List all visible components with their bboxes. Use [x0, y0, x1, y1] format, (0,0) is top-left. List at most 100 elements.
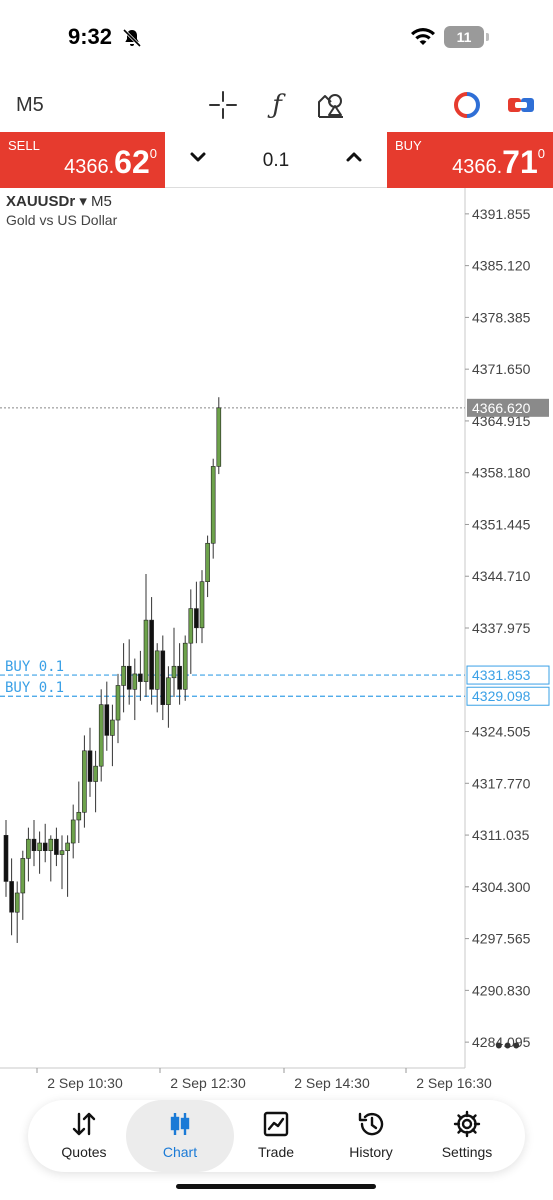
candle-body [48, 838, 54, 852]
nav-chart-label: Chart [162, 1144, 198, 1160]
candle-body [149, 619, 154, 690]
x-tick-label: 2 Sep 16:30 [416, 1075, 492, 1091]
symbol-timeframe: ▾ M5 [79, 193, 112, 210]
symbol-description: Gold vs US Dollar [6, 212, 118, 228]
battery-indicator: 11 [444, 26, 484, 48]
buy-price-main: 71 [502, 144, 538, 180]
candle-body [93, 765, 98, 782]
timeframe-button[interactable]: M5 [16, 94, 44, 117]
sell-price-point: 0 [149, 146, 157, 161]
chevron-up-icon[interactable] [343, 146, 365, 168]
y-tick-label: 4304.300 [472, 879, 531, 895]
x-tick-label: 2 Sep 14:30 [294, 1075, 370, 1091]
candle-body [42, 842, 48, 852]
candle-body [132, 673, 138, 690]
symbol-header[interactable]: XAUUSDr ▾ M5 [6, 192, 112, 210]
home-indicator [176, 1184, 376, 1189]
x-tick-label: 2 Sep 12:30 [170, 1075, 246, 1091]
y-tick-label: 4311.035 [472, 827, 530, 843]
order-label: BUY 0.1 [5, 680, 64, 696]
wifi-icon [410, 26, 436, 51]
candle-body [121, 665, 126, 686]
candle-body [3, 835, 9, 882]
buy-price-prefix: 4366. [452, 156, 503, 178]
price-chart[interactable]: 4391.855 4385.120 4378.385 4371.650 4364.915… [0, 188, 553, 1096]
candle-body [37, 842, 42, 852]
battery-nub [486, 33, 489, 41]
buy-label: BUY [395, 138, 422, 153]
candle-body [87, 750, 93, 782]
y-tick-label: 4337.975 [472, 620, 531, 636]
nav-settings-label: Settings [441, 1144, 493, 1160]
objects-icon[interactable] [316, 90, 346, 120]
sell-label: SELL [8, 138, 40, 153]
buy-price-point: 0 [537, 146, 545, 161]
y-tick-label: 4358.180 [472, 465, 531, 481]
x-tick-label: 2 Sep 10:30 [47, 1075, 123, 1091]
sell-price-main: 62 [114, 144, 150, 180]
chart-toolbar: M5 ƒ [0, 80, 553, 132]
candle-body [110, 719, 115, 736]
buy-price: 4366.710 [452, 144, 545, 181]
chart-canvas[interactable]: 4391.8554385.1204378.3854371.6504364.915… [0, 188, 553, 1096]
more-icon[interactable]: ••• [495, 1033, 521, 1059]
one-click-trading-icon[interactable] [452, 90, 482, 120]
candle-body [182, 642, 188, 690]
crosshair-icon[interactable] [208, 90, 238, 120]
y-tick-label: 4391.855 [472, 206, 531, 222]
y-tick-label: 4371.650 [472, 361, 531, 377]
candle-body [9, 881, 14, 913]
candle-body [70, 819, 76, 844]
nav-chart[interactable]: Chart [126, 1100, 234, 1172]
y-tick-label: 4324.505 [472, 724, 531, 740]
candle-body [104, 704, 110, 736]
candle-body [154, 650, 160, 690]
candle-body [216, 407, 222, 467]
bell-muted-icon [122, 28, 142, 53]
nav-trade[interactable]: Trade [230, 1100, 322, 1172]
chart-toggle-icon[interactable] [506, 90, 536, 120]
sell-button[interactable]: SELL 4366.620 [0, 132, 165, 188]
nav-settings[interactable]: Settings [421, 1100, 513, 1172]
candle-body [205, 542, 210, 582]
candle-body [98, 704, 104, 767]
gear-icon [453, 1110, 481, 1138]
nav-quotes-label: Quotes [61, 1144, 107, 1160]
nav-trade-label: Trade [257, 1144, 295, 1160]
status-bar: 9:32 11 [0, 0, 553, 80]
candle-body [14, 892, 20, 913]
candle-body [31, 838, 37, 852]
y-tick-label: 4344.710 [472, 568, 531, 584]
y-tick-label: 4290.830 [472, 982, 531, 998]
bottom-navigation: Quotes Chart Trade History Settings [28, 1100, 525, 1172]
y-tick-label: 4351.445 [472, 516, 531, 532]
sell-price-prefix: 4366. [64, 156, 115, 178]
nav-history[interactable]: History [325, 1100, 417, 1172]
volume-control: 0.1 [165, 132, 387, 188]
candle-body [210, 466, 216, 544]
candle-body [115, 685, 121, 721]
candle-body [54, 838, 59, 855]
nav-quotes[interactable]: Quotes [38, 1100, 130, 1172]
candle-body [166, 677, 171, 705]
candles-icon [166, 1110, 194, 1138]
nav-history-label: History [349, 1144, 393, 1160]
y-tick-label: 4385.120 [472, 258, 531, 274]
candle-body [143, 619, 149, 682]
candle-body [26, 838, 31, 859]
candle-body [194, 608, 199, 629]
history-icon [357, 1110, 385, 1138]
candle-body [82, 750, 87, 813]
candle-body [65, 842, 70, 852]
symbol-name: XAUUSDr [6, 193, 76, 210]
candle-body [59, 850, 65, 855]
candle-body [126, 665, 132, 690]
buy-button[interactable]: BUY 4366.710 [387, 132, 553, 188]
candle-body [177, 665, 182, 690]
function-icon[interactable]: ƒ [262, 90, 292, 120]
y-tick-label: 4317.770 [472, 775, 531, 791]
trade-icon [262, 1110, 290, 1138]
candle-body [20, 858, 26, 894]
order-label: BUY 0.1 [5, 659, 64, 675]
candle-body [171, 665, 177, 679]
